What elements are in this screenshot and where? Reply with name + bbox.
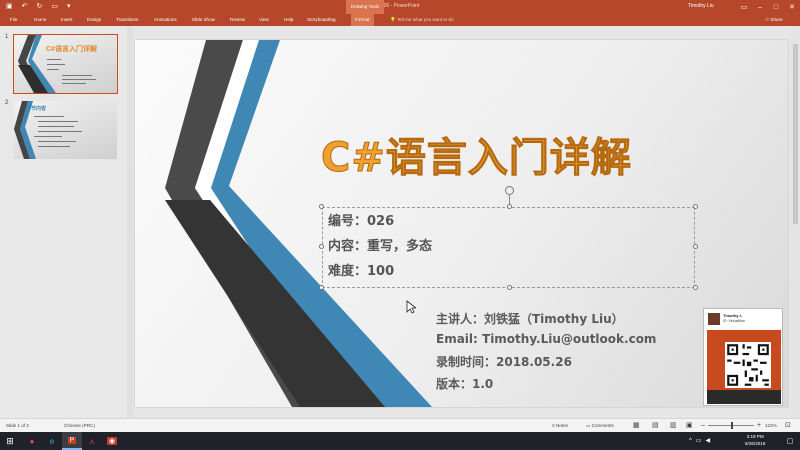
card-name: Timothy L [723, 313, 743, 318]
tab-design[interactable]: Design [87, 14, 101, 26]
status-bar: Slide 1 of 2 Chinese (PRC) ≡ Notes ▭ Com… [0, 418, 800, 432]
window-controls: ▭ – □ ✕ [736, 0, 800, 14]
edge-icon[interactable]: e [42, 432, 62, 450]
slide-thumbnail-1[interactable]: C#语言入门详解 [13, 34, 118, 94]
thumbnail-number: 2 [5, 100, 9, 106]
tab-file[interactable]: File [10, 14, 17, 26]
chrome-icon[interactable]: ● [22, 432, 42, 450]
mouse-cursor-icon [406, 300, 416, 314]
tab-storyboarding[interactable]: Storyboarding [307, 14, 336, 26]
scrollbar-thumb[interactable] [793, 44, 798, 224]
slide-canvas[interactable]: C#语言入门详解 编号：026 内容：重写，多态 难度：100 主讲人：刘铁猛（… [135, 40, 788, 407]
thumbnail-number: 1 [5, 34, 9, 40]
resize-handle[interactable] [693, 244, 698, 249]
tab-animations[interactable]: Animations [154, 14, 177, 26]
version-line: 版本：1.0 [436, 377, 494, 391]
comments-button[interactable]: ▭ Comments [586, 419, 614, 433]
card-subtitle: ID: VirtualMan [723, 319, 746, 323]
comments-label: Comments [591, 423, 614, 428]
ribbon-display-icon[interactable]: ▭ [736, 0, 752, 14]
drawing-tools-label: Drawing Tools [346, 0, 384, 14]
notifications-icon[interactable]: ▢ [780, 432, 800, 450]
resize-handle[interactable] [319, 244, 324, 249]
email-line: Email: Timothy.Liu@outlook.com [436, 332, 657, 346]
textbox-line: 编号：026 [328, 214, 395, 229]
reading-view-icon[interactable]: ▥ [670, 419, 677, 433]
share-label: Share [770, 17, 783, 22]
tell-me-search[interactable]: 💡 Tell me what you want to do [390, 14, 454, 26]
close-icon[interactable]: ✕ [784, 0, 800, 14]
clock-date: 5/26/2018 [745, 440, 766, 446]
maximize-icon[interactable]: □ [768, 0, 784, 14]
acrobat-icon[interactable]: ⋏ [82, 432, 102, 450]
thumbnail-title: 本节内容 [26, 106, 47, 112]
tell-me-label: Tell me what you want to do [396, 17, 454, 22]
thumbnail-scrollbar[interactable] [127, 26, 133, 418]
windows-taskbar: ⊞ ● e P ⋏ ◉ ^▭◀ 3:19 PM 5/26/2018 ▢ [0, 432, 800, 450]
resize-handle[interactable] [693, 204, 698, 209]
system-tray-icons[interactable]: ^▭◀ [689, 432, 714, 450]
powerpoint-taskbar-icon[interactable]: P [62, 432, 82, 450]
notes-button[interactable]: ≡ Notes [552, 419, 568, 433]
tab-transitions[interactable]: Transitions [116, 14, 138, 26]
zoom-out-icon[interactable]: – [701, 419, 705, 433]
record-date-line: 录制时间：2018.05.26 [436, 355, 572, 369]
notes-label: Notes [555, 423, 568, 428]
resize-handle[interactable] [319, 204, 324, 209]
zoom-slider-knob[interactable] [731, 422, 733, 429]
tab-slide-show[interactable]: Slide Show [192, 14, 215, 26]
slide-thumbnail-panel: 1 C#语言入门详解 2 本节内容 [0, 26, 127, 418]
lightbulb-icon: 💡 [390, 17, 396, 22]
resize-handle[interactable] [507, 285, 512, 290]
resize-handle[interactable] [319, 285, 324, 290]
zoom-in-icon[interactable]: + [757, 419, 761, 433]
taskbar-clock[interactable]: 3:19 PM 5/26/2018 [745, 434, 765, 447]
tab-view[interactable]: View [259, 14, 269, 26]
language-indicator[interactable]: Chinese (PRC) [64, 419, 95, 433]
window-title: 326 - PowerPoint [380, 3, 420, 9]
user-name[interactable]: Timothy Liu [688, 3, 714, 9]
selected-textbox[interactable]: 编号：026 内容：重写，多态 难度：100 [322, 207, 695, 288]
textbox-line: 难度：100 [328, 264, 395, 279]
minimize-icon[interactable]: – [752, 0, 768, 14]
resize-handle[interactable] [693, 285, 698, 290]
presenter-line: 主讲人：刘铁猛（Timothy Liu） [436, 312, 624, 326]
slide-scrollbar[interactable] [791, 26, 800, 418]
rotate-handle-icon[interactable] [505, 186, 514, 195]
avatar [708, 313, 720, 325]
tab-home[interactable]: Home [34, 14, 46, 26]
share-icon: ⚇ [765, 17, 770, 22]
resize-handle[interactable] [507, 204, 512, 209]
thumbnail-title: C#语言入门详解 [46, 46, 97, 53]
normal-view-icon[interactable]: ▦ [633, 419, 640, 433]
windows-start-icon[interactable]: ⊞ [0, 432, 20, 450]
tab-help[interactable]: Help [284, 14, 293, 26]
slide-sorter-icon[interactable]: ▤ [652, 419, 659, 433]
zoom-level[interactable]: 122% [765, 419, 777, 433]
qr-code-icon [725, 342, 771, 388]
recorder-icon[interactable]: ◉ [102, 432, 122, 450]
tab-insert[interactable]: Insert [61, 14, 73, 26]
slideshow-view-icon[interactable]: ▣ [686, 419, 693, 433]
tab-format[interactable]: Format [351, 14, 374, 26]
slide-thumbnail-2[interactable]: 本节内容 [14, 101, 117, 159]
ribbon-tabs: File Home Insert Design Transitions Anim… [0, 14, 800, 26]
qr-background [707, 330, 781, 404]
tab-review[interactable]: Review [230, 14, 245, 26]
slide-title[interactable]: C#语言入门详解 [321, 125, 632, 183]
fit-to-window-icon[interactable]: ⊡ [785, 419, 791, 433]
textbox-line: 内容：重写，多态 [328, 239, 433, 254]
clock-time: 3:19 PM [746, 434, 764, 439]
slide-count: Slide 1 of 2 [6, 423, 29, 428]
share-button[interactable]: ⚇ Share [765, 14, 783, 26]
qr-code-card[interactable]: Timothy L ID: VirtualMan [703, 308, 783, 406]
title-bar: ▣ ↶ ↻ ▭ ▾ 326 - PowerPoint Drawing Tools… [0, 0, 800, 14]
